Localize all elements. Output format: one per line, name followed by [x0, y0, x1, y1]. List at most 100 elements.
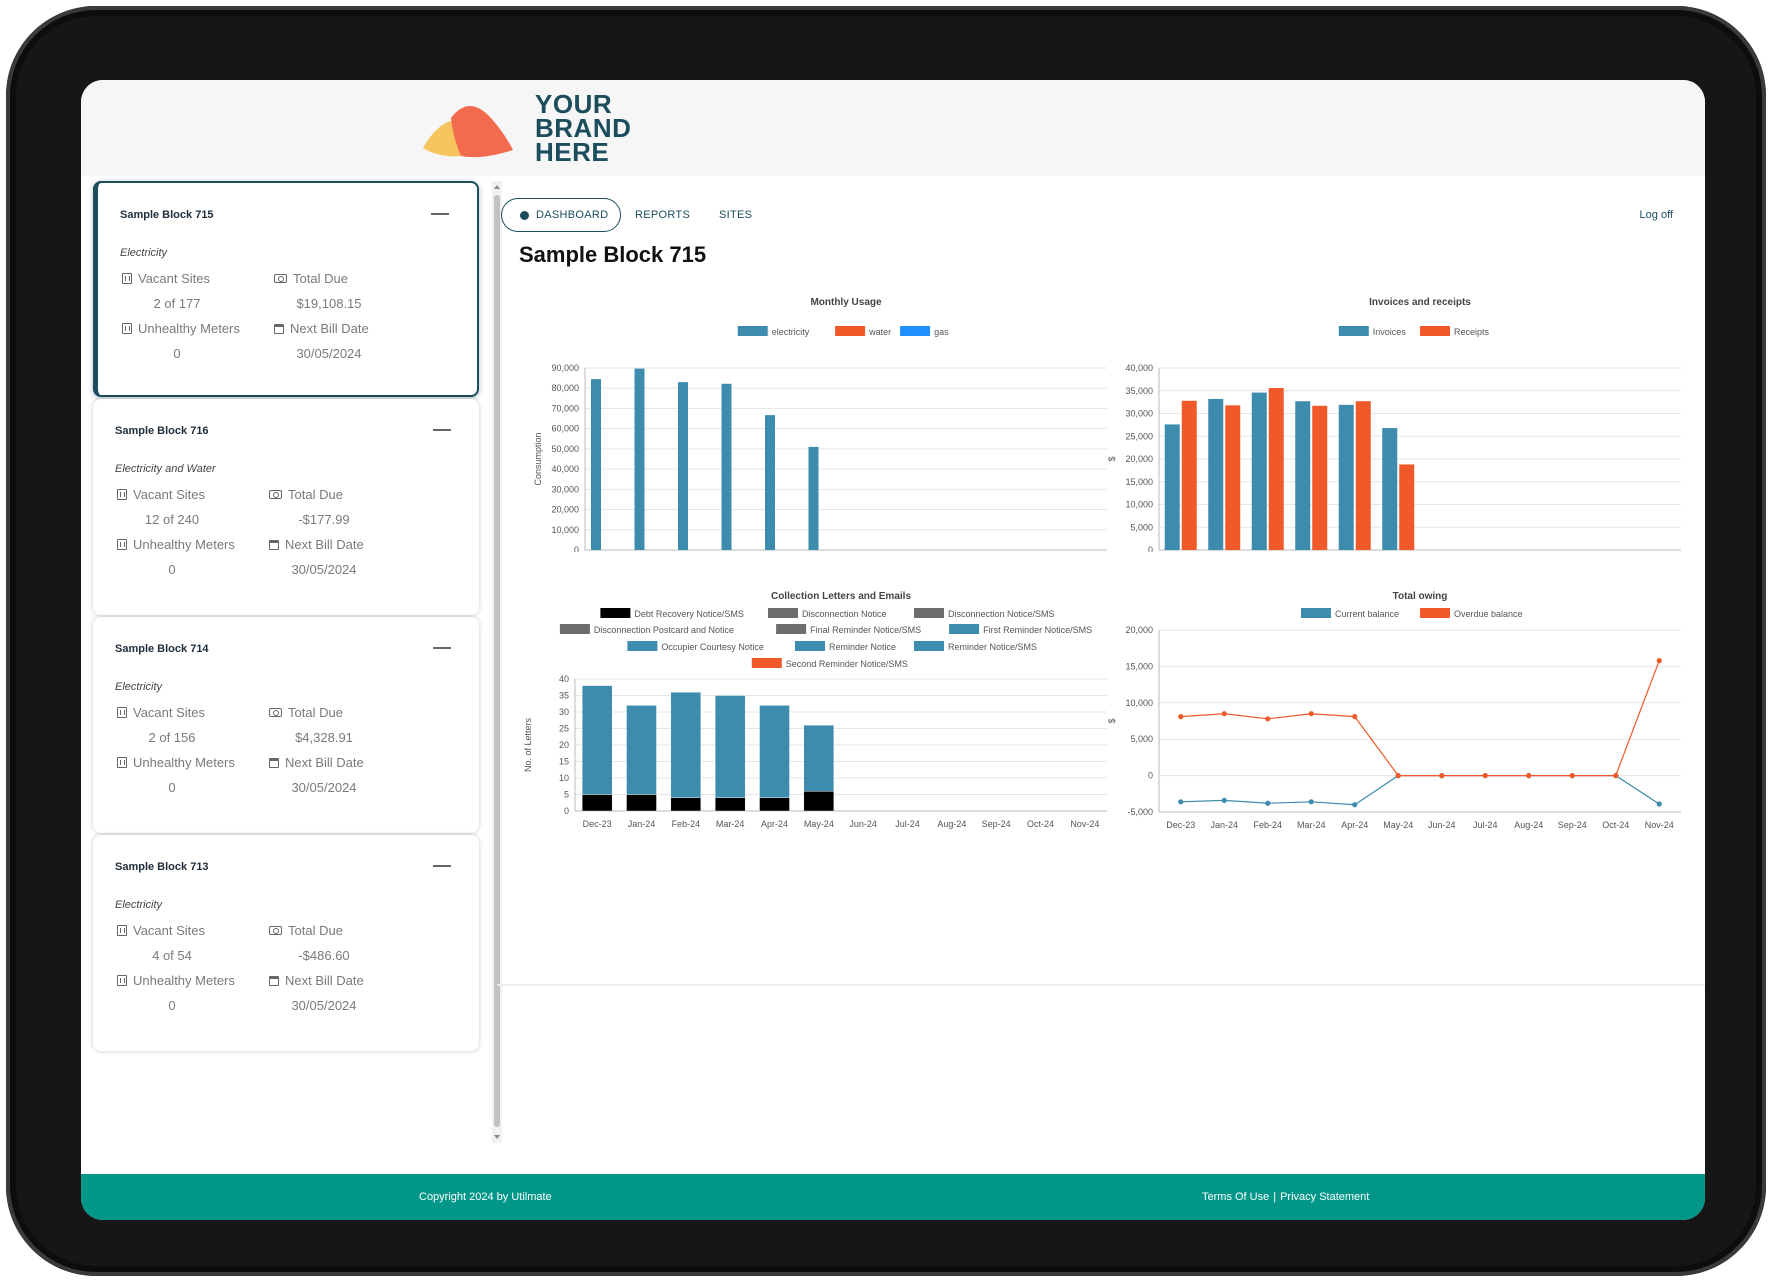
y-tick-label: 25,000 — [1125, 431, 1153, 441]
data-point — [1178, 799, 1184, 805]
tab-reports[interactable]: REPORTS — [635, 198, 690, 232]
bar — [1399, 464, 1415, 550]
data-point — [1656, 801, 1662, 807]
scrollbar-thumb[interactable] — [494, 195, 500, 1127]
y-axis-label: $ — [1107, 456, 1117, 461]
y-tick-label: 40,000 — [1125, 363, 1153, 373]
site-card[interactable]: Sample Block 715 Electricity Vacant Sites 2… — [93, 181, 479, 397]
stat-label: Vacant Sites — [133, 487, 206, 502]
unhealthy-meters-stat: Unhealthy Meters 0 — [122, 321, 282, 361]
y-tick-label: 10,000 — [1125, 500, 1153, 510]
bar — [1312, 405, 1328, 550]
x-tick-label: Aug-24 — [937, 819, 966, 829]
y-tick-label: 40 — [559, 674, 569, 684]
calendar-icon — [269, 757, 279, 768]
cash-icon — [269, 926, 282, 935]
y-axis-label: $ — [1107, 718, 1117, 723]
main-nav: DASHBOARD REPORTS SITES Log off — [501, 176, 1705, 236]
stacked-bar-segment — [670, 691, 702, 798]
tab-dashboard[interactable]: DASHBOARD — [501, 198, 621, 232]
stacked-bar-segment — [626, 705, 657, 795]
building-icon — [117, 489, 127, 500]
y-tick-label: -5,000 — [1127, 807, 1153, 817]
data-point — [1308, 711, 1314, 717]
y-tick-label: 5,000 — [1130, 522, 1153, 532]
y-tick-label: 25 — [559, 724, 569, 734]
bar — [1268, 388, 1284, 550]
legend-swatch — [737, 326, 768, 336]
vacant-sites-stat: Vacant Sites 12 of 240 — [117, 487, 277, 527]
site-card[interactable]: Sample Block 716 Electricity and Water Vac… — [93, 399, 479, 615]
stacked-bar-segment — [759, 797, 790, 812]
collapse-icon[interactable] — [433, 429, 451, 431]
bar — [1295, 401, 1311, 550]
legend-label: gas — [934, 327, 949, 337]
scroll-down-icon[interactable] — [494, 1135, 500, 1139]
cash-icon — [274, 274, 287, 283]
series-line — [1180, 775, 1660, 806]
y-tick-label: 10 — [559, 773, 569, 783]
active-dot-icon — [520, 211, 529, 220]
bar — [1355, 401, 1371, 550]
legend-swatch — [914, 641, 944, 651]
collection-letters-chart: Collection Letters and Emails Debt Recove… — [517, 574, 1117, 870]
tab-sites[interactable]: SITES — [719, 198, 752, 232]
data-point — [1482, 773, 1488, 779]
legend-swatch — [751, 658, 782, 668]
chart-title: Total owing — [1393, 591, 1448, 602]
stacked-bar-segment — [670, 797, 702, 812]
stat-value: -$177.99 — [298, 512, 350, 527]
legend-swatch — [949, 624, 980, 634]
footer-links: Terms Of Use | Privacy Statement — [1202, 1191, 1369, 1203]
y-tick-label: 0 — [1148, 771, 1153, 781]
stacked-bar-segment — [581, 685, 613, 795]
stacked-bar-segment — [581, 794, 613, 812]
collapse-icon[interactable] — [431, 213, 449, 215]
chart-svg: Collection Letters and Emails Debt Recove… — [523, 591, 1107, 829]
brand-logo[interactable]: YOUR BRAND HERE — [421, 88, 631, 168]
y-tick-label: 70,000 — [551, 403, 579, 413]
meter-icon — [122, 323, 132, 334]
legend-swatch — [776, 624, 807, 634]
stat-value: 30/05/2024 — [291, 998, 357, 1013]
chart-svg: Monthly Usage electricity water gas 0 10,000 2… — [533, 297, 1107, 568]
building-icon — [117, 925, 127, 936]
site-card[interactable]: Sample Block 714 Electricity Vacant Sites 2… — [93, 617, 479, 833]
stat-value: 4 of 54 — [152, 948, 192, 963]
stat-label: Vacant Sites — [133, 705, 206, 720]
sidebar-scrollbar[interactable] — [492, 181, 502, 1143]
collapse-icon[interactable] — [433, 647, 451, 649]
x-tick-label: Jun-24 — [849, 819, 877, 829]
stat-label: Unhealthy Meters — [138, 321, 240, 336]
bar — [1181, 400, 1197, 550]
brand-text: YOUR BRAND HERE — [535, 89, 632, 167]
x-tick-label: Sep-24 — [982, 819, 1011, 829]
bar — [591, 379, 601, 550]
legend-label: Current balance — [1335, 609, 1399, 619]
collapse-icon[interactable] — [433, 865, 451, 867]
site-card[interactable]: Sample Block 713 Electricity Vacant Sites 4… — [93, 835, 479, 1051]
logoff-link[interactable]: Log off — [1640, 209, 1673, 221]
y-tick-label: 20,000 — [551, 505, 579, 515]
site-service: Electricity — [120, 247, 168, 259]
x-tick-label: Oct-24 — [1027, 819, 1054, 829]
privacy-link[interactable]: Privacy Statement — [1280, 1191, 1369, 1203]
legend-swatch — [1420, 608, 1450, 618]
terms-link[interactable]: Terms Of Use — [1202, 1191, 1269, 1203]
stat-value: $4,328.91 — [295, 730, 353, 745]
x-tick-label: Jul-24 — [1473, 820, 1498, 830]
stat-value: 2 of 177 — [153, 296, 201, 311]
site-name: Sample Block 713 — [115, 861, 209, 873]
data-point — [1395, 773, 1401, 779]
data-point — [1221, 797, 1227, 803]
stat-label: Total Due — [288, 705, 343, 720]
stat-value: 2 of 156 — [148, 730, 196, 745]
chart-svg: Invoices and receipts Invoices Receipts 0 5,… — [1107, 297, 1681, 568]
bar — [808, 446, 819, 550]
chart-title: Collection Letters and Emails — [771, 591, 911, 602]
y-tick-label: 30 — [559, 707, 569, 717]
scroll-up-icon[interactable] — [494, 185, 500, 189]
stacked-bar-segment — [714, 797, 746, 812]
app-screen: YOUR BRAND HERE Sample Block 715 Electric… — [81, 80, 1705, 1220]
data-point — [1569, 773, 1575, 779]
